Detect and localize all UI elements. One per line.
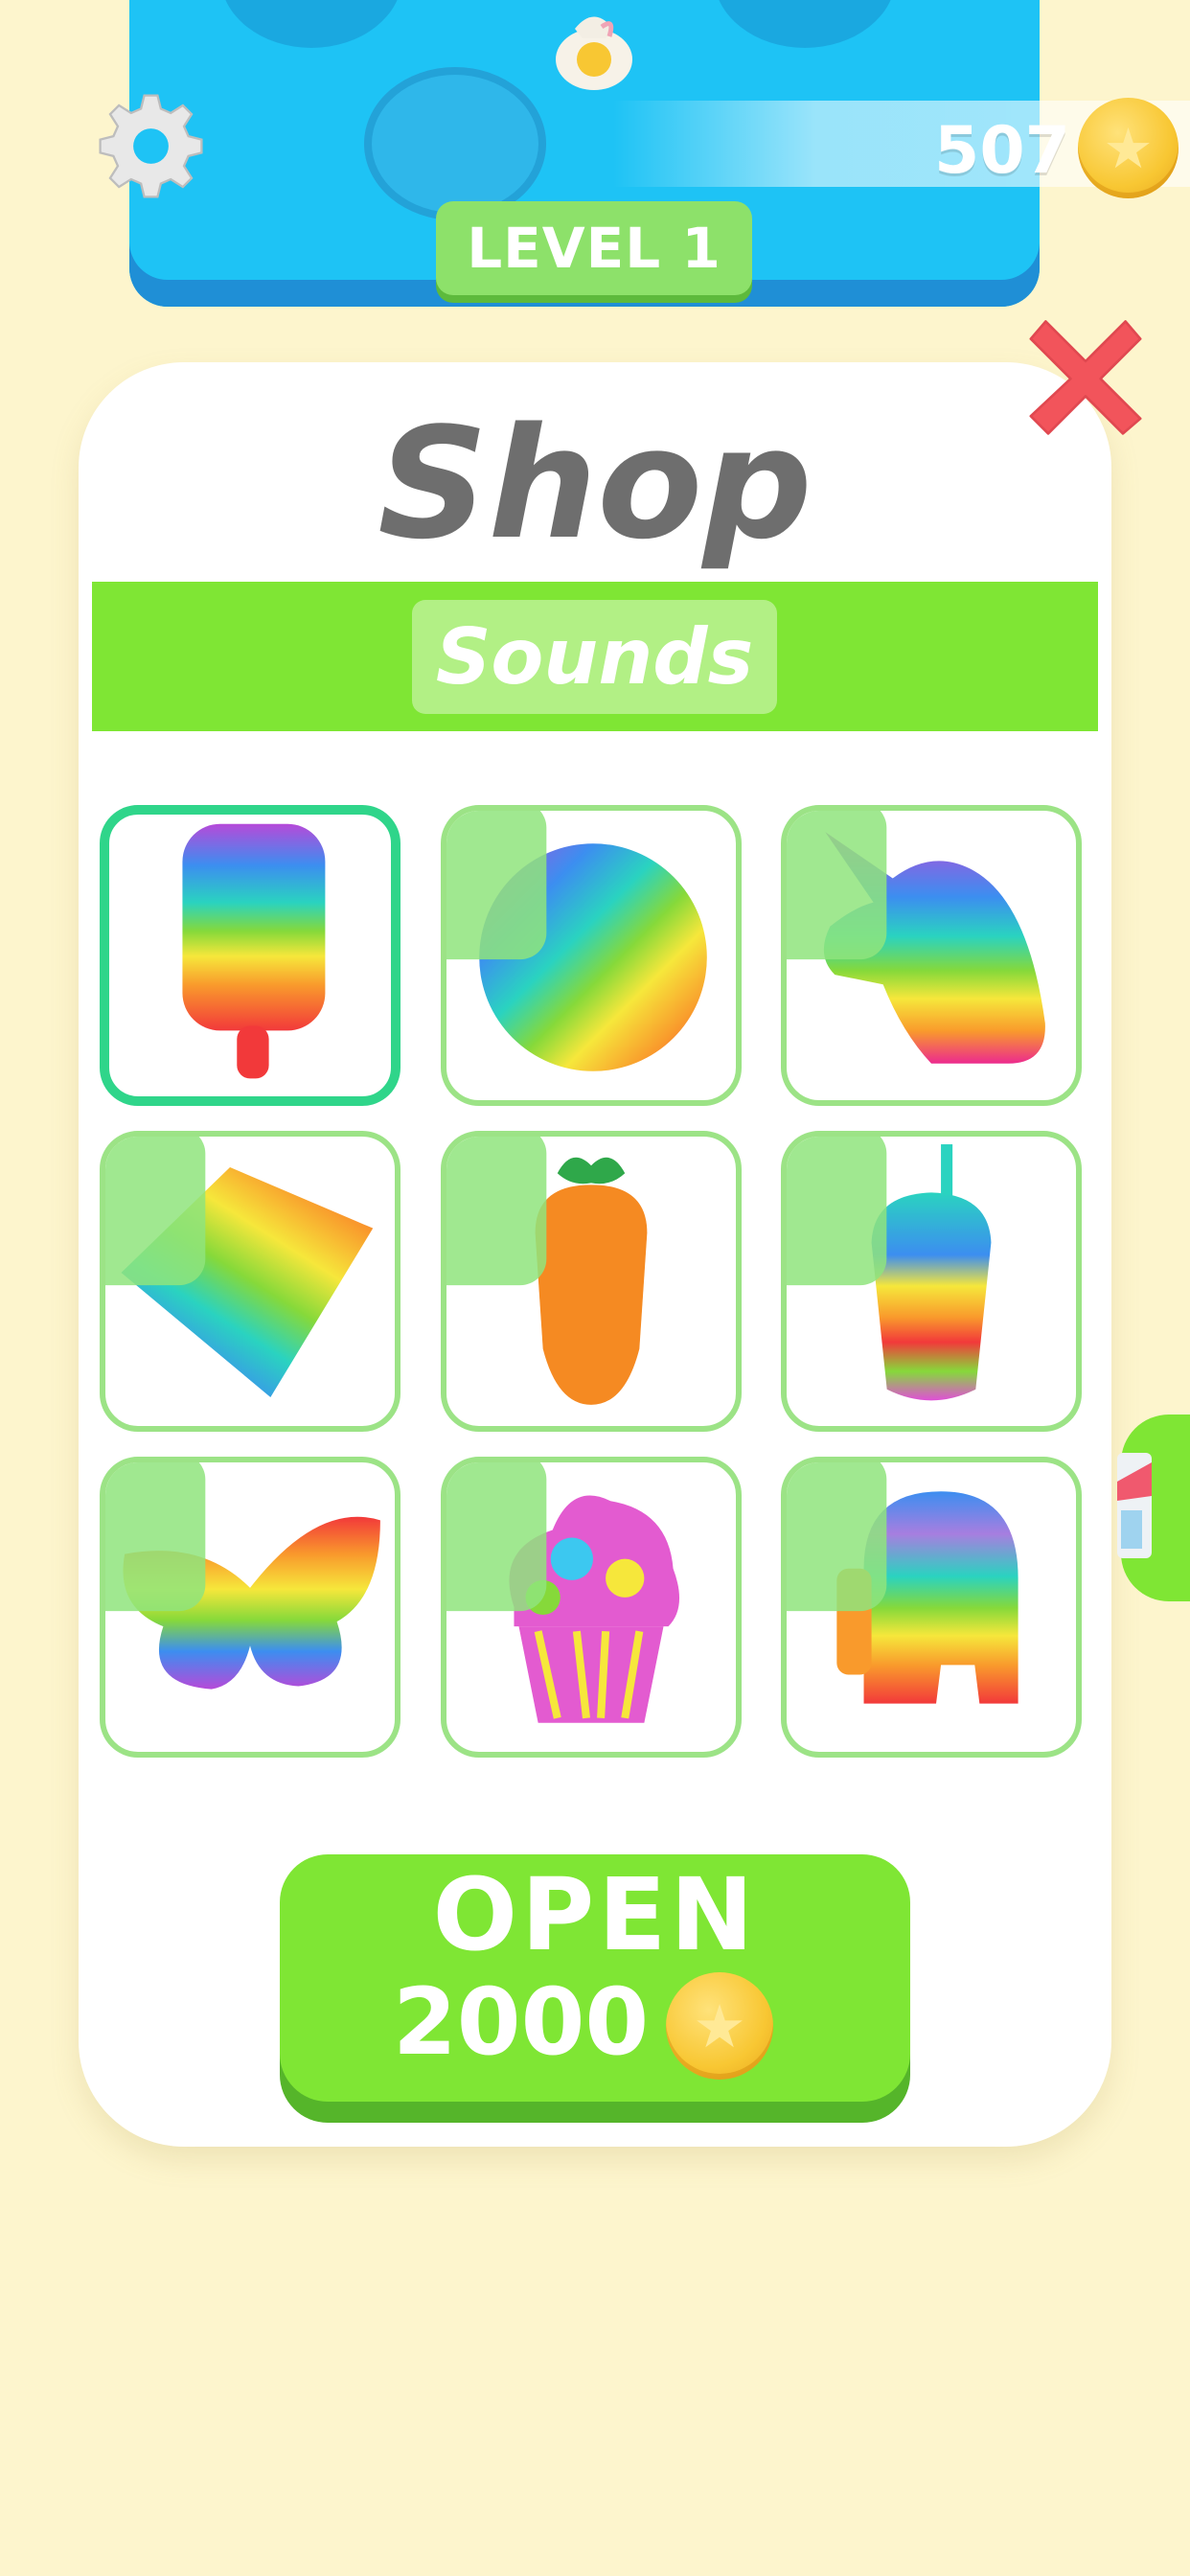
center-pop-hole	[364, 67, 546, 220]
shop-title: Shop	[378, 394, 812, 573]
gear-icon[interactable]	[96, 91, 206, 201]
shop-item-crewmate[interactable]	[781, 1457, 1082, 1758]
shop-item-carrot[interactable]	[441, 1131, 742, 1432]
tab-sounds[interactable]: Sounds	[412, 600, 777, 714]
lock-icon	[105, 1462, 206, 1612]
lock-icon	[787, 1462, 887, 1612]
shop-item-square[interactable]	[100, 1131, 400, 1432]
open-button-label: OPEN	[432, 1856, 758, 1973]
open-button-price: 2000	[393, 1968, 650, 2076]
lock-icon	[446, 1462, 547, 1612]
lock-icon	[787, 1137, 887, 1286]
lock-icon	[446, 811, 547, 960]
coin-count: 507	[934, 113, 1070, 189]
reward-bag-icon[interactable]	[546, 0, 642, 96]
shop-item-cup[interactable]	[781, 1131, 1082, 1432]
lock-icon	[105, 1137, 206, 1286]
star-coin-icon: ★	[666, 1972, 773, 2080]
level-badge: LEVEL 1	[436, 201, 752, 295]
board-hole	[714, 0, 896, 48]
shop-item-popsicle[interactable]	[100, 805, 400, 1106]
board-hole	[220, 0, 402, 48]
lock-icon	[787, 811, 887, 960]
shop-item-butterfly[interactable]	[100, 1457, 400, 1758]
star-coin-icon: ★	[1078, 98, 1179, 198]
popsicle-popit-image	[182, 823, 326, 1079]
shop-item-circle[interactable]	[441, 805, 742, 1106]
lock-icon	[446, 1137, 547, 1286]
store-icon[interactable]	[1113, 1443, 1161, 1568]
shop-item-unicorn[interactable]	[781, 805, 1082, 1106]
shop-item-cupcake[interactable]	[441, 1457, 742, 1758]
